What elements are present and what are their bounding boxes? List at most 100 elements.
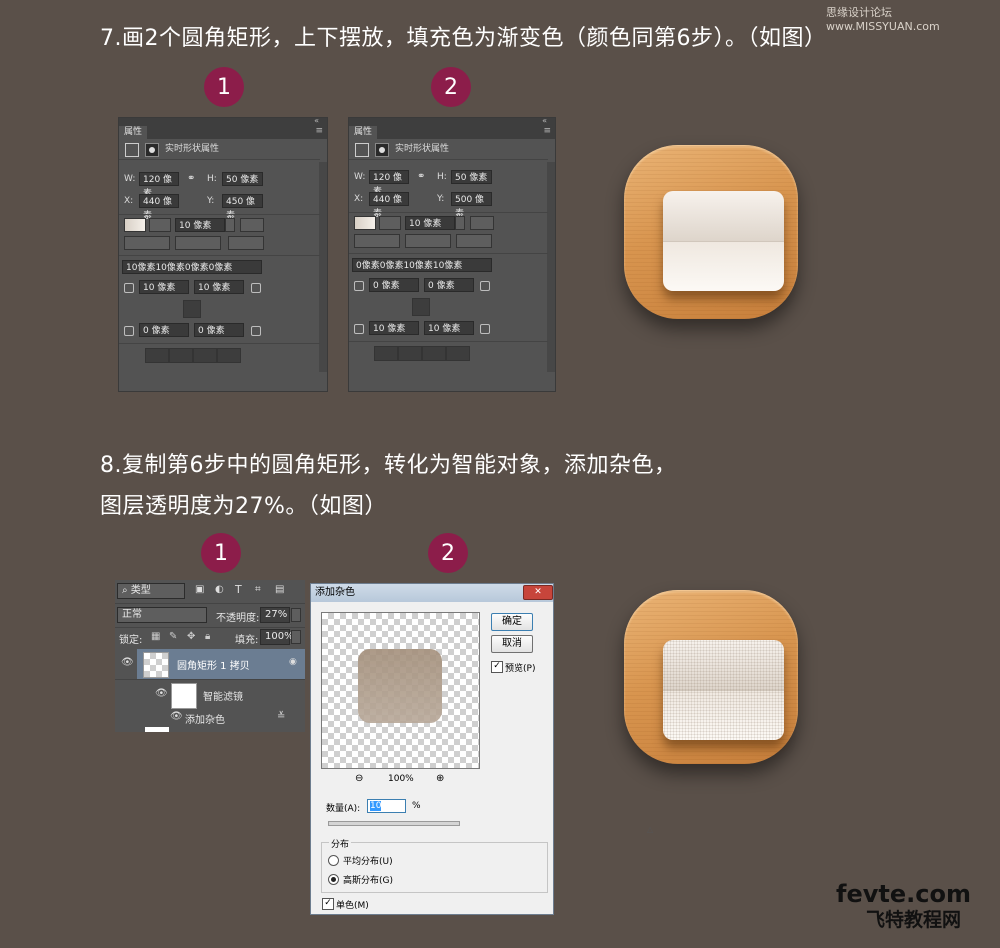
- stroke-corners-dropdown[interactable]: [228, 236, 264, 250]
- stroke-width-field[interactable]: 10 像素: [405, 216, 455, 230]
- collapse-icon[interactable]: «: [314, 116, 319, 125]
- corner-bl-field[interactable]: 10 像素: [369, 321, 419, 335]
- corner-tr-icon: [251, 283, 261, 293]
- combine-shapes-button[interactable]: [145, 348, 169, 363]
- mask-icon[interactable]: [375, 143, 389, 157]
- zoom-out-icon[interactable]: ⊖: [355, 773, 363, 784]
- adjustment-filter-icon[interactable]: ◐: [215, 584, 224, 595]
- stroke-style-dropdown[interactable]: [240, 218, 264, 232]
- corner-summary-field[interactable]: 0像素0像素10像素10像素: [352, 258, 492, 272]
- stroke-caps-dropdown[interactable]: [175, 236, 221, 250]
- preview-canvas[interactable]: [321, 612, 480, 769]
- blend-mode-dropdown[interactable]: 正常: [117, 607, 207, 623]
- layer-filter-dropdown[interactable]: ⌕ 类型: [117, 583, 185, 599]
- intersect-shape-button[interactable]: [193, 348, 217, 363]
- filter-name[interactable]: 添加杂色: [185, 711, 225, 726]
- stroke-swatch[interactable]: [379, 216, 401, 230]
- preview-checkbox[interactable]: ✓: [491, 661, 503, 673]
- preview-label: 预览(P): [505, 664, 536, 674]
- x-field[interactable]: 440 像素: [369, 192, 409, 219]
- corner-tl-field[interactable]: 10 像素: [139, 280, 189, 294]
- stroke-swatch[interactable]: [149, 218, 171, 232]
- corner-summary-field[interactable]: 10像素10像素0像素0像素: [122, 260, 262, 274]
- panel-menu-icon[interactable]: ≡: [543, 126, 551, 136]
- ok-button[interactable]: 确定: [491, 613, 533, 631]
- link-corners-button[interactable]: [183, 300, 201, 318]
- intersect-shape-button[interactable]: [422, 346, 446, 361]
- smart-filter-eye-icon[interactable]: 👁︎: [155, 688, 168, 699]
- fill-dropdown[interactable]: [291, 630, 301, 644]
- shape-filter-icon[interactable]: ⌗: [255, 584, 261, 595]
- layer-effects-icon[interactable]: ◉: [289, 657, 297, 667]
- exclude-shape-button[interactable]: [446, 346, 470, 361]
- amount-slider-track[interactable]: [328, 821, 460, 826]
- combine-shapes-button[interactable]: [374, 346, 398, 361]
- layer-thumbnail: [143, 652, 169, 678]
- filter-options-icon[interactable]: ≚: [277, 711, 285, 722]
- collapse-icon[interactable]: «: [542, 116, 547, 125]
- lock-all-icon[interactable]: 🔒︎: [205, 631, 210, 642]
- eye-icon[interactable]: 👁︎: [121, 657, 134, 668]
- smart-filter-mask-thumbnail[interactable]: [171, 683, 197, 709]
- close-button[interactable]: ✕: [523, 585, 553, 600]
- stroke-width-field[interactable]: 10 像素: [175, 218, 225, 232]
- corner-br-field[interactable]: 0 像素: [194, 323, 244, 337]
- opacity-dropdown[interactable]: [291, 608, 301, 622]
- lock-transparency-icon[interactable]: ▦: [151, 631, 160, 642]
- site-logo: fevte.com: [836, 880, 971, 908]
- tab-properties[interactable]: 属性: [349, 126, 378, 139]
- amount-slider-thumb[interactable]: △: [647, 825, 653, 834]
- fill-swatch[interactable]: [124, 218, 146, 232]
- gaussian-radio[interactable]: [328, 874, 339, 885]
- smart-object-filter-icon[interactable]: ▤: [275, 584, 284, 595]
- mono-checkbox[interactable]: ✓: [322, 898, 334, 910]
- y-field[interactable]: 500 像素: [451, 192, 492, 219]
- height-field[interactable]: 50 像素: [222, 172, 263, 186]
- panel-menu-icon[interactable]: ≡: [315, 126, 323, 136]
- stroke-width-dropdown[interactable]: [455, 216, 465, 230]
- link-corners-button[interactable]: [412, 298, 430, 316]
- amount-label: 数量(A):: [326, 804, 361, 814]
- mask-icon[interactable]: [145, 143, 159, 157]
- panel-heading: 实时形状属性: [395, 144, 450, 154]
- link-icon[interactable]: ⚭: [417, 170, 425, 184]
- y-label: Y:: [437, 194, 445, 204]
- layer-row-rounded-rect-copy[interactable]: 圆角矩形 1 拷贝 ◉: [137, 649, 305, 679]
- zoom-in-icon[interactable]: ⊕: [436, 773, 444, 784]
- stroke-align-dropdown[interactable]: [124, 236, 170, 250]
- exclude-shape-button[interactable]: [217, 348, 241, 363]
- type-filter-icon[interactable]: T: [235, 583, 242, 596]
- stroke-caps-dropdown[interactable]: [405, 234, 451, 248]
- link-icon[interactable]: ⚭: [187, 172, 195, 186]
- opacity-field[interactable]: 27%: [260, 607, 290, 623]
- lock-paint-icon[interactable]: ✎: [169, 631, 177, 642]
- corner-tr-field[interactable]: 0 像素: [424, 278, 474, 292]
- stroke-corners-dropdown[interactable]: [456, 234, 492, 248]
- fill-swatch[interactable]: [354, 216, 376, 230]
- corner-tl-field[interactable]: 0 像素: [369, 278, 419, 292]
- filter-eye-icon[interactable]: 👁︎: [170, 711, 183, 722]
- tab-properties[interactable]: 属性: [119, 126, 148, 139]
- corner-tr-field[interactable]: 10 像素: [194, 280, 244, 294]
- scrollbar[interactable]: [319, 162, 327, 372]
- y-field[interactable]: 450 像素: [222, 194, 263, 221]
- uniform-radio[interactable]: [328, 855, 339, 866]
- lock-position-icon[interactable]: ✥: [187, 631, 195, 642]
- corner-bl-field[interactable]: 0 像素: [139, 323, 189, 337]
- subtract-shape-button[interactable]: [398, 346, 422, 361]
- width-field[interactable]: 120 像素: [139, 172, 179, 199]
- cancel-button[interactable]: 取消: [491, 635, 533, 653]
- height-field[interactable]: 50 像素: [451, 170, 492, 184]
- stroke-align-dropdown[interactable]: [354, 234, 400, 248]
- corner-br-field[interactable]: 10 像素: [424, 321, 474, 335]
- width-field[interactable]: 120 像素: [369, 170, 409, 197]
- x-field[interactable]: 440 像素: [139, 194, 179, 221]
- stroke-style-dropdown[interactable]: [470, 216, 494, 230]
- amount-field[interactable]: 10: [367, 799, 406, 813]
- subtract-shape-button[interactable]: [169, 348, 193, 363]
- noisy-rectangles: [663, 640, 784, 740]
- image-filter-icon[interactable]: ▣: [195, 584, 204, 595]
- fill-field[interactable]: 100%: [260, 629, 294, 645]
- scrollbar[interactable]: [547, 162, 555, 372]
- stroke-width-dropdown[interactable]: [225, 218, 235, 232]
